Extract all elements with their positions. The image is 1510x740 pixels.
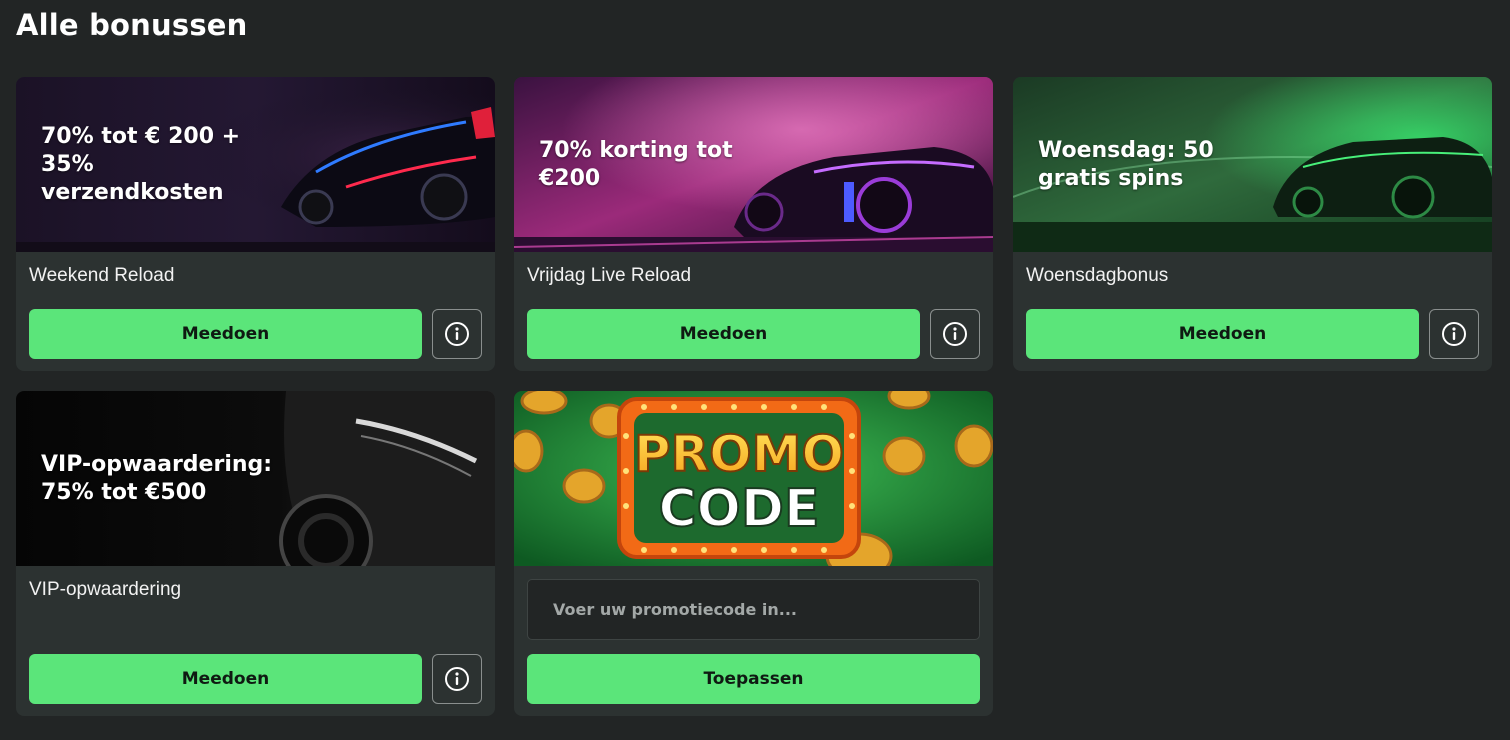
bonus-name: Woensdagbonus — [1026, 265, 1169, 286]
bonus-banner-text: Woensdag: 50 gratis spins — [1038, 138, 1214, 191]
join-button[interactable]: Meedoen — [29, 654, 422, 704]
info-button[interactable] — [1429, 309, 1479, 359]
promo-banner-line1: PROMO — [634, 425, 844, 483]
bonus-banner: 70% korting tot €200 — [514, 77, 993, 252]
bonus-banner: VIP-opwaardering: 75% tot €500 — [16, 391, 495, 566]
bonus-banner: 70% tot € 200 + 35% verzendkosten — [16, 77, 495, 252]
bonus-banner-text: VIP-opwaardering: 75% tot €500 — [41, 452, 273, 505]
info-circle-icon — [445, 322, 469, 346]
info-button[interactable] — [432, 654, 482, 704]
info-button[interactable] — [930, 309, 980, 359]
promo-code-input[interactable] — [527, 579, 980, 640]
bonus-banner: Woensdag: 50 gratis spins — [1013, 77, 1492, 252]
info-circle-icon — [445, 667, 469, 691]
info-button[interactable] — [432, 309, 482, 359]
join-button[interactable]: Meedoen — [527, 309, 920, 359]
info-circle-icon — [1442, 322, 1466, 346]
apply-button[interactable]: Toepassen — [527, 654, 980, 704]
bonus-card-vip-opwaardering: VIP-opwaardering: 75% tot €500 VIP-opwaa… — [16, 391, 495, 716]
info-circle-icon — [943, 322, 967, 346]
bonus-name: Vrijdag Live Reload — [527, 265, 692, 286]
promo-banner: PROMO CODE — [514, 391, 993, 566]
bonus-name: VIP-opwaardering — [29, 579, 182, 600]
join-button[interactable]: Meedoen — [29, 309, 422, 359]
promo-banner-line2: CODE — [658, 479, 819, 539]
bonus-banner-text: 70% tot € 200 + 35% verzendkosten — [41, 124, 241, 205]
promo-code-card: PROMO CODE Toepassen — [514, 391, 993, 716]
join-button[interactable]: Meedoen — [1026, 309, 1419, 359]
bonus-card-woensdagbonus: Woensdag: 50 gratis spins Woensdagbonus … — [1013, 77, 1492, 371]
bonus-card-vrijdag-live-reload: 70% korting tot €200 Vrijdag Live Reload… — [514, 77, 993, 371]
bonus-card-weekend-reload: 70% tot € 200 + 35% verzendkosten Weeken… — [16, 77, 495, 371]
page-title: Alle bonussen — [16, 8, 248, 42]
bonus-banner-text: 70% korting tot €200 — [539, 138, 733, 191]
bonus-name: Weekend Reload — [29, 265, 175, 286]
promo-code-image: PROMO CODE — [514, 391, 993, 566]
